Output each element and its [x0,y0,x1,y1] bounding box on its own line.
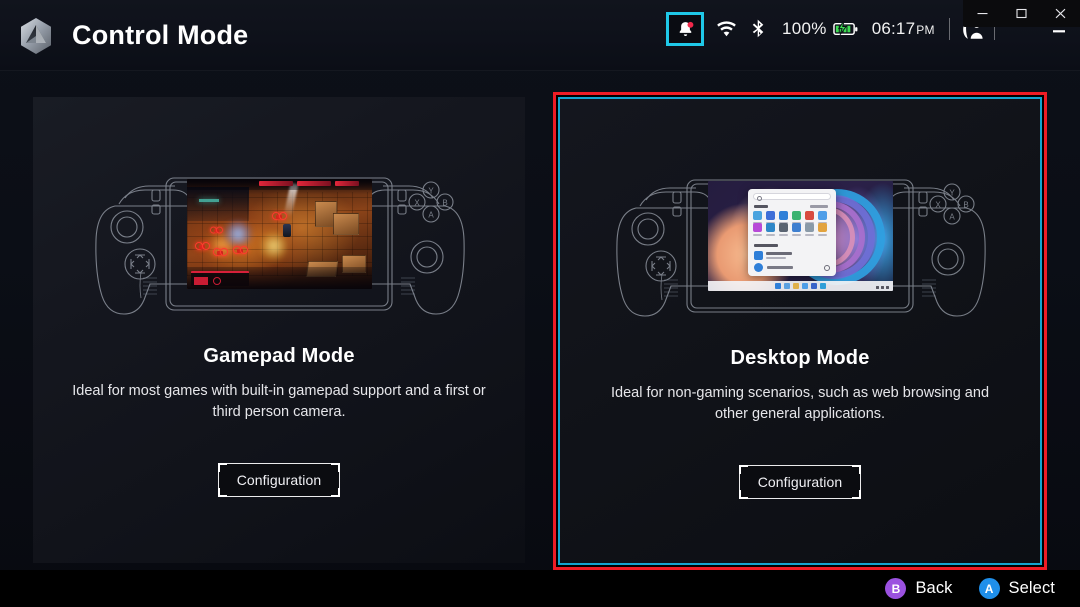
tray-divider [948,18,950,40]
svg-text:X: X [414,199,420,208]
clock-period: PM [916,23,935,37]
svg-text:Y: Y [949,189,955,198]
svg-text:B: B [963,201,968,210]
corner-bracket-br-icon [331,488,340,497]
app-branding: Control Mode [0,17,248,55]
minimize-button[interactable] [963,0,1002,27]
page-title: Control Mode [72,20,249,50]
hint-select-label: Select [1008,579,1055,597]
notification-bell-icon[interactable] [666,12,704,46]
system-status-tray: 100% 06:17 PM [666,12,995,46]
gamepad-mode-card[interactable]: Y X B A Gamepad Mode Ideal for most game… [33,97,525,563]
desktop-configuration-button[interactable]: Configuration [739,465,861,499]
title-bar: Control Mode 100% 06:17 PM [0,0,1080,71]
handheld-device-outline-icon: Y X B A [95,177,465,315]
hint-select[interactable]: A Select [978,578,1055,599]
system-clock: 06:17 PM [872,19,935,39]
bluetooth-icon[interactable] [751,12,765,46]
close-button[interactable] [1041,0,1080,27]
battery-charging-icon[interactable] [832,12,858,46]
hint-back-label: Back [915,579,953,597]
desktop-mode-card[interactable]: Y X B A Desktop Mode Ideal for non-gamin… [553,92,1047,570]
gamepad-mode-title: Gamepad Mode [203,345,355,367]
desktop-configuration-label: Configuration [757,474,843,490]
corner-bracket-tr-icon [331,463,340,472]
corner-bracket-bl-icon [739,490,748,499]
gamepad-mode-description: Ideal for most games with built-in gamep… [72,383,486,420]
svg-text:X: X [935,201,941,210]
svg-text:A: A [949,213,955,222]
gamepad-configuration-label: Configuration [236,472,322,488]
footer-hint-bar: B Back A Select [0,570,1080,607]
wifi-icon[interactable] [716,12,737,46]
battery-percentage: 100% [782,19,827,38]
os-window-controls [963,0,1080,27]
control-mode-window: Control Mode 100% 06:17 PM Y X B A Gamep… [0,0,1080,607]
desktop-mode-title: Desktop Mode [730,347,870,369]
hex-logo-icon [19,17,53,55]
corner-bracket-tr-icon [852,465,861,474]
handheld-device-outline-icon: Y X B A [616,179,986,317]
desktop-device-preview: Y X B A [560,155,1040,337]
svg-text:A: A [428,211,434,220]
desktop-mode-description: Ideal for non-gaming scenarios, such as … [610,385,990,422]
corner-bracket-tl-icon [218,463,227,472]
svg-text:Y: Y [428,187,434,196]
button-b-icon: B [885,578,907,599]
svg-text:B: B [442,199,447,208]
corner-bracket-tl-icon [739,465,748,474]
desktop-mode-card-inner: Y X B A Desktop Mode Ideal for non-gamin… [558,97,1042,565]
hint-back[interactable]: B Back [885,578,952,599]
corner-bracket-br-icon [852,490,861,499]
maximize-button[interactable] [1002,0,1041,27]
clock-time: 06:17 [871,19,916,38]
button-a-icon: A [978,578,1000,599]
corner-bracket-bl-icon [218,488,227,497]
gamepad-device-preview: Y X B A [33,153,525,335]
gamepad-configuration-button[interactable]: Configuration [218,463,340,497]
